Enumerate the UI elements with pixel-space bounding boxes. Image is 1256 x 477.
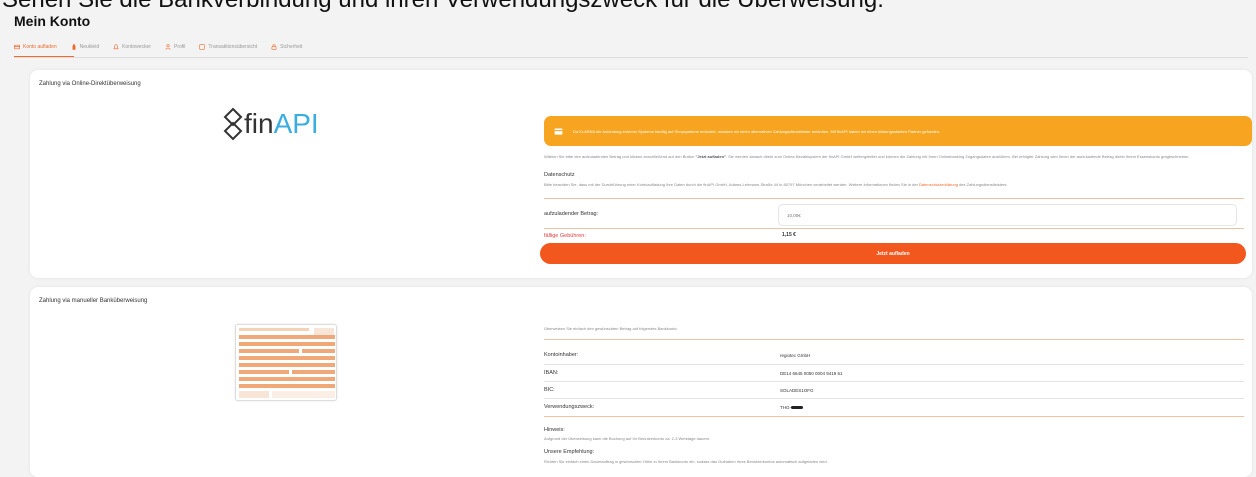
privacy-policy-link[interactable]: Datenschutzerklärung [919,182,958,187]
instruction-caption: Sehen Sie die Bankverbindung und ihren V… [2,0,884,14]
manual-intro: Überweisen Sie einfach den gewünschten B… [544,326,678,331]
online-description: Wählen Sie bitte den aufzuladenden Betra… [544,154,1252,160]
tab-profil[interactable]: Profil [165,44,185,50]
divider [544,339,1244,340]
tab-konto-aufladen[interactable]: Konto aufladen [14,44,57,50]
card-icon [554,127,563,135]
privacy-text-main: Bitte beachten Sie, dass mit der Durchfü… [544,182,920,187]
recommendation-heading: Unsere Empfehlung: [544,449,595,455]
finapi-wordmark-fin: fin [244,108,274,139]
divider [544,228,1244,229]
charge-now-button[interactable]: Jetzt aufladen [540,243,1246,264]
tab-label: Konto aufladen [23,44,57,50]
bell-icon [113,44,119,50]
fee-value: 1,15 € [782,232,796,238]
tab-label: Kontowecker [122,44,152,50]
tab-label: Profil [174,44,186,50]
divider [544,364,1244,365]
divider [544,398,1244,399]
amount-label: aufzuladender Betrag: [544,211,599,217]
account-holder-label: Kontoinhaber: [544,352,579,358]
finapi-diamond-icon [223,107,243,141]
transfer-form-image [235,324,337,401]
iban-label: IBAN: [544,370,559,376]
notice-text: Da KLARNA die Anbindung externer Systeme… [573,128,941,134]
bottle-icon [72,44,76,50]
online-transfer-card: Zahlung via Online-Direktüberweisung fin… [30,70,1252,278]
lock-icon [271,44,277,50]
tab-label: Sicherheit [280,44,303,50]
privacy-text-suffix: des Zahlungsdienstleisters. [957,182,1008,187]
tab-transaktionsuebersicht[interactable]: Transaktionsübersicht [199,44,257,50]
tab-label: Neukleid [79,44,100,50]
account-holder-value: regiotec GmbH [780,353,811,358]
description-prefix: Wählen Sie bitte den aufzuladenden Betra… [544,154,696,159]
recommendation-text: Richten Sie einfach einen Dauerauftrag i… [544,459,828,464]
divider [544,198,1244,199]
privacy-heading: Datenschutz [544,172,575,178]
fee-label: fällige Gebühren: [544,233,586,239]
finapi-wordmark: finAPI [244,108,319,140]
description-button-ref: "Jetzt aufladen" [695,154,726,159]
tab-neukleid[interactable]: Neukleid [71,44,99,50]
account-tabs: Konto aufladen Neukleid Kontowecker Prof… [14,44,302,50]
tab-kontowecker[interactable]: Kontowecker [113,44,151,50]
tab-sicherheit[interactable]: Sicherheit [271,44,302,50]
description-suffix: . Sie werden danach direkt zum Online-Be… [725,154,1190,159]
reference-label: Verwendungszweck: [544,404,595,410]
bic-value: SOLADES1OFG [780,388,814,393]
manual-transfer-card: Zahlung via manueller Banküberweisung Üb… [30,287,1252,477]
card-icon [14,44,20,50]
online-transfer-title: Zahlung via Online-Direktüberweisung [39,81,141,87]
iban-value: DE14 6645 0050 0004 9419 61 [780,371,843,376]
hint-heading: Hinweis: [544,427,565,433]
manual-transfer-title: Zahlung via manueller Banküberweisung [39,298,148,304]
finapi-wordmark-api: API [273,108,319,139]
tabs-divider [14,57,1248,58]
divider [544,381,1244,382]
finapi-logo: finAPI [222,107,319,141]
redaction-mark [791,406,803,410]
divider [544,416,1244,417]
list-icon [199,44,206,50]
klarna-notice: Da KLARNA die Anbindung externer Systeme… [544,116,1252,146]
tab-label: Transaktionsübersicht [208,44,258,50]
reference-value: THG- [780,405,803,410]
user-icon [165,44,171,50]
privacy-text: Bitte beachten Sie, dass mit der Durchfü… [544,182,1252,187]
hint-text: Aufgrund der Überweisung kann die Buchun… [544,436,711,441]
transfer-form-illustration [236,325,336,400]
reference-prefix: THG- [780,405,791,410]
page-title: Mein Konto [14,13,91,29]
amount-input[interactable] [778,204,1237,226]
bic-label: BIC: [544,387,555,393]
